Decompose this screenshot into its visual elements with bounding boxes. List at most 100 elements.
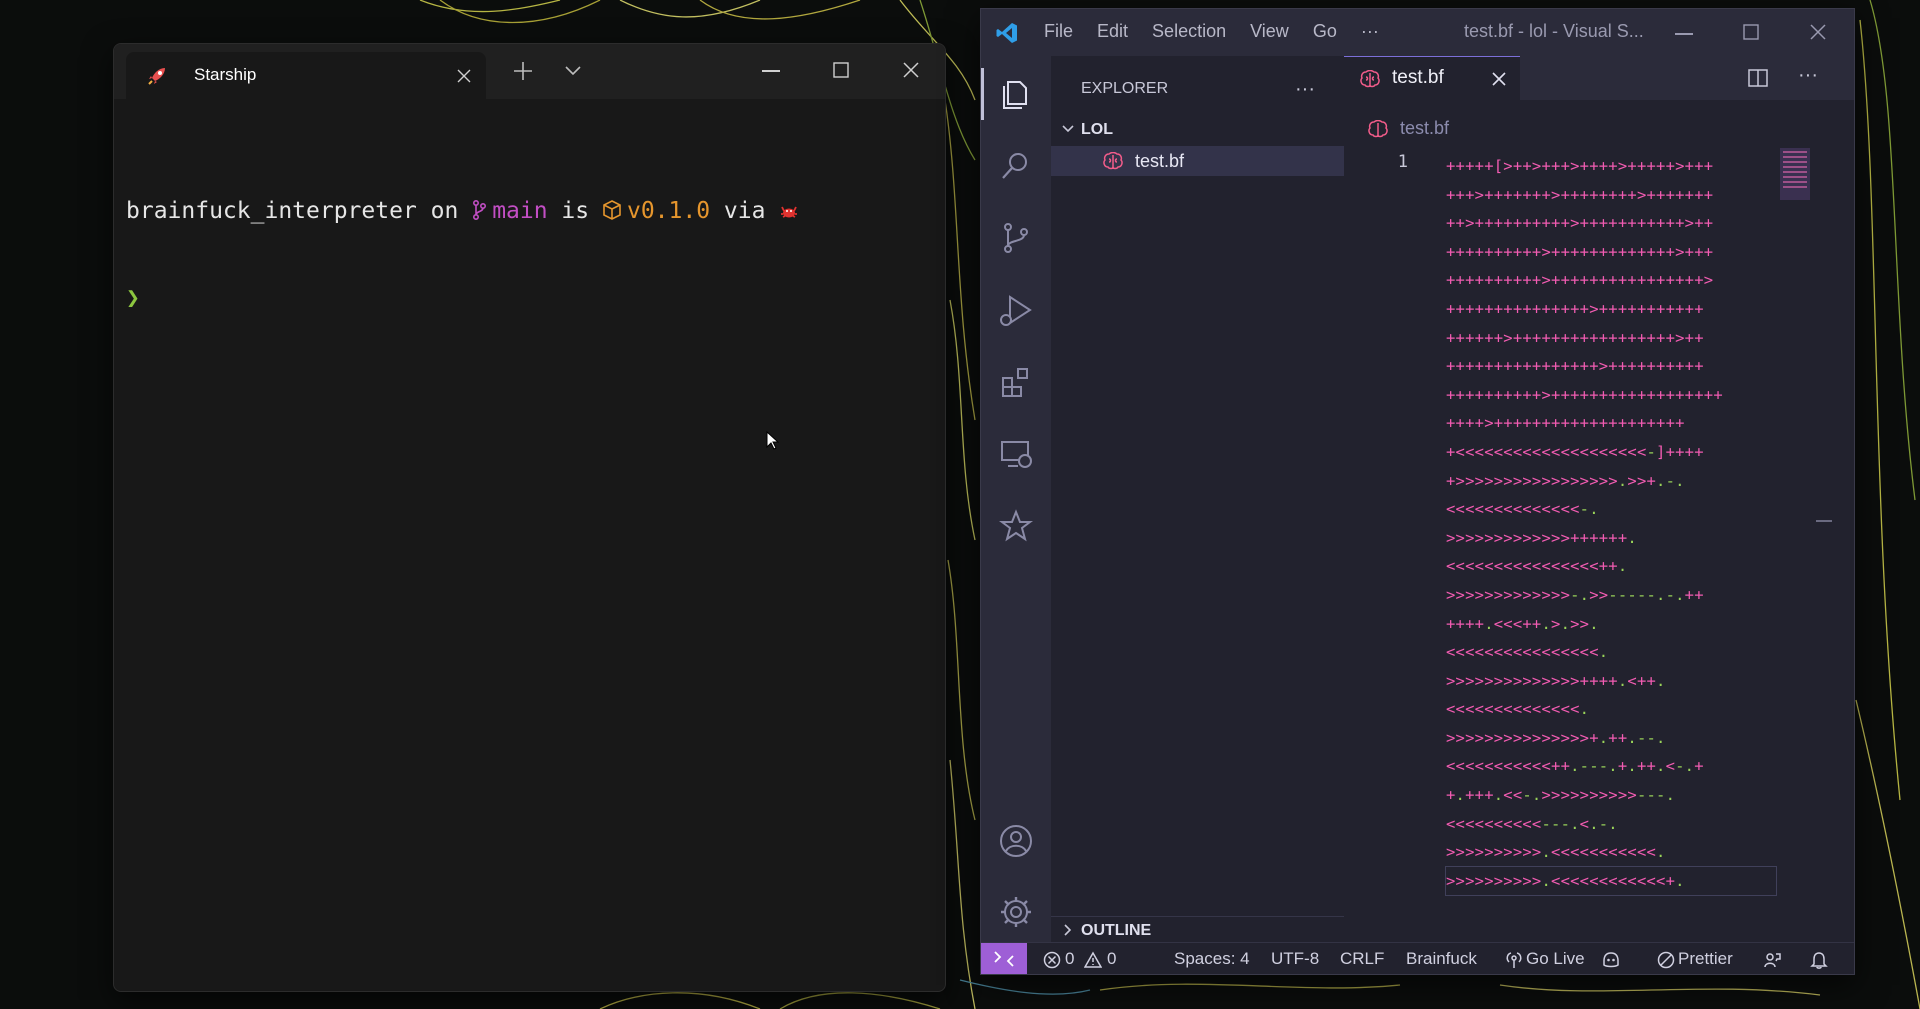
gear-icon[interactable]	[998, 894, 1034, 930]
code-line[interactable]: >>>>>>>>>>>>>>>+.++.--.	[1446, 724, 1776, 753]
line-number: 1	[1397, 152, 1408, 172]
go-live-button[interactable]: Go Live	[1526, 949, 1585, 969]
eol-status[interactable]: CRLF	[1340, 949, 1384, 969]
code-line[interactable]: ++++++++++++++++>++++++++++	[1446, 352, 1776, 381]
remote-indicator[interactable]	[981, 943, 1027, 974]
code-line[interactable]: +.+++.<<-.>>>>>>>>>>---.	[1446, 781, 1776, 810]
menu-bar: File Edit Selection View Go ···	[1044, 21, 1403, 42]
chevron-right-icon	[1064, 924, 1072, 936]
code-line[interactable]: ++++++++++>++++++++++++++++>	[1446, 266, 1776, 295]
prompt-is: is	[547, 198, 603, 224]
code-line[interactable]: +++>+++++++>++++++++>+++++++	[1446, 181, 1776, 210]
new-tab-icon[interactable]	[512, 60, 534, 82]
terminal-tab-title: Starship	[194, 65, 257, 84]
menu-file[interactable]: File	[1044, 21, 1073, 42]
bell-icon[interactable]	[1810, 951, 1828, 969]
explorer-icon[interactable]	[998, 76, 1034, 112]
extensions-icon[interactable]	[998, 364, 1034, 400]
menu-view[interactable]: View	[1250, 21, 1289, 42]
minimize-button[interactable]	[762, 70, 780, 72]
prompt-directory: brainfuck_interpreter	[126, 198, 417, 224]
account-icon[interactable]	[998, 823, 1034, 859]
active-indicator	[981, 68, 984, 120]
code-line[interactable]: <<<<<<<<<<<<<<.	[1446, 695, 1776, 724]
editor-tabs: test.bf ···	[1344, 56, 1854, 101]
remote-explorer-icon[interactable]	[998, 436, 1034, 472]
search-icon[interactable]	[998, 148, 1034, 184]
file-test-bf[interactable]: test.bf	[1051, 146, 1344, 176]
code-line[interactable]: >>>>>>>>>>.<<<<<<<<<<<.	[1446, 838, 1776, 867]
warning-icon[interactable]	[1084, 951, 1102, 969]
minimap[interactable]	[1780, 148, 1810, 200]
source-control-icon[interactable]	[998, 220, 1034, 256]
prompt-on: on	[416, 198, 473, 224]
editor-tab-label: test.bf	[1392, 67, 1444, 88]
code-line[interactable]: ++>++++++++++>+++++++++++>++	[1446, 209, 1776, 238]
code-editor[interactable]: +++++[>++>+++>++++>+++++>+++ +++>+++++++>…	[1445, 152, 1777, 897]
breadcrumb-file: test.bf	[1400, 118, 1450, 138]
code-line[interactable]: <<<<<<<<<<<++.---.+.++.<-.+	[1446, 752, 1776, 781]
error-count[interactable]: 0	[1065, 949, 1074, 969]
folder-lol[interactable]: LOL	[1051, 116, 1344, 144]
file-name: test.bf	[1135, 151, 1185, 171]
code-line[interactable]: <<<<<<<<<<<<<<<<.	[1446, 638, 1776, 667]
code-line[interactable]: +++++[>++>+++>++++>+++++>+++	[1446, 152, 1776, 181]
error-icon[interactable]	[1043, 951, 1061, 969]
code-line[interactable]: ++++++++++>++++++++++++++++++	[1446, 381, 1776, 410]
menu-more[interactable]: ···	[1361, 21, 1379, 42]
code-line[interactable]: >>>>>>>>>>>>>++++++.	[1446, 524, 1776, 553]
terminal-output[interactable]: brainfuck_interpreter on main is v0.1.0 …	[126, 139, 945, 991]
close-window-button[interactable]	[902, 61, 920, 79]
maximize-button[interactable]	[1743, 24, 1759, 40]
prompt-via: via	[710, 198, 780, 224]
code-line[interactable]: >>>>>>>>>>>>>-.>>-----.-.++	[1446, 581, 1776, 610]
explorer-more-button[interactable]: ···	[1295, 78, 1315, 101]
copilot-icon[interactable]	[1602, 951, 1620, 969]
close-icon[interactable]	[1492, 72, 1506, 86]
code-line[interactable]: ++++++>+++++++++++++++++>++	[1446, 324, 1776, 353]
chevron-down-icon[interactable]	[564, 64, 582, 78]
minimize-button[interactable]	[1675, 33, 1693, 35]
split-editor-icon[interactable]	[1748, 68, 1768, 88]
warning-count[interactable]: 0	[1107, 949, 1116, 969]
editor-more-button[interactable]: ···	[1798, 64, 1818, 87]
code-line[interactable]: ++++++++++>+++++++++++++>+++	[1446, 238, 1776, 267]
code-line[interactable]: >>>>>>>>>>>>>>++++.<++.	[1446, 667, 1776, 696]
close-window-button[interactable]	[1809, 23, 1827, 41]
terminal-tab[interactable]: Starship	[126, 52, 486, 99]
code-line[interactable]: ++++>++++++++++++++++++++	[1446, 409, 1776, 438]
star-extension-icon[interactable]	[998, 508, 1034, 544]
code-line[interactable]: <<<<<<<<<<<<<<<<++.	[1446, 552, 1776, 581]
code-line[interactable]: >>>>>>>>>>.<<<<<<<<<<<<+.	[1445, 865, 1777, 897]
brain-file-icon	[1368, 120, 1388, 138]
broadcast-icon[interactable]	[1505, 951, 1523, 969]
encoding-status[interactable]: UTF-8	[1271, 949, 1319, 969]
code-line[interactable]: +++++++++++++++>+++++++++++	[1446, 295, 1776, 324]
language-mode[interactable]: Brainfuck	[1406, 949, 1477, 969]
feedback-icon[interactable]	[1763, 951, 1781, 969]
outline-section[interactable]: OUTLINE	[1051, 916, 1344, 943]
chevron-down-icon	[1062, 125, 1074, 133]
scrollbar-marker[interactable]	[1816, 520, 1832, 522]
brain-file-icon	[1360, 70, 1380, 88]
run-debug-icon[interactable]	[998, 292, 1034, 328]
prompt-input-line[interactable]: ❯	[126, 284, 945, 313]
code-line[interactable]: <<<<<<<<<<<<<<-.	[1446, 495, 1776, 524]
code-line[interactable]: <<<<<<<<<<---.<.-.	[1446, 810, 1776, 839]
git-branch-icon	[472, 198, 492, 224]
prettier-icon[interactable]	[1657, 951, 1675, 969]
indentation-status[interactable]: Spaces: 4	[1174, 949, 1250, 969]
close-tab-icon[interactable]	[456, 68, 472, 84]
code-line[interactable]: +<<<<<<<<<<<<<<<<<<<<-]++++	[1446, 438, 1776, 467]
menu-selection[interactable]: Selection	[1152, 21, 1226, 42]
maximize-button[interactable]	[833, 62, 849, 78]
code-line[interactable]: +>>>>>>>>>>>>>>>>>.>>+.-.	[1446, 467, 1776, 496]
rust-crab-icon	[779, 198, 799, 224]
menu-edit[interactable]: Edit	[1097, 21, 1128, 42]
code-line[interactable]: ++++.<<<++.>.>>.	[1446, 610, 1776, 639]
editor-tab-test-bf[interactable]: test.bf	[1344, 56, 1520, 101]
prettier-status[interactable]: Prettier	[1678, 949, 1733, 969]
prompt-char: ❯	[126, 285, 140, 311]
menu-go[interactable]: Go	[1313, 21, 1337, 42]
outline-label: OUTLINE	[1081, 922, 1152, 939]
